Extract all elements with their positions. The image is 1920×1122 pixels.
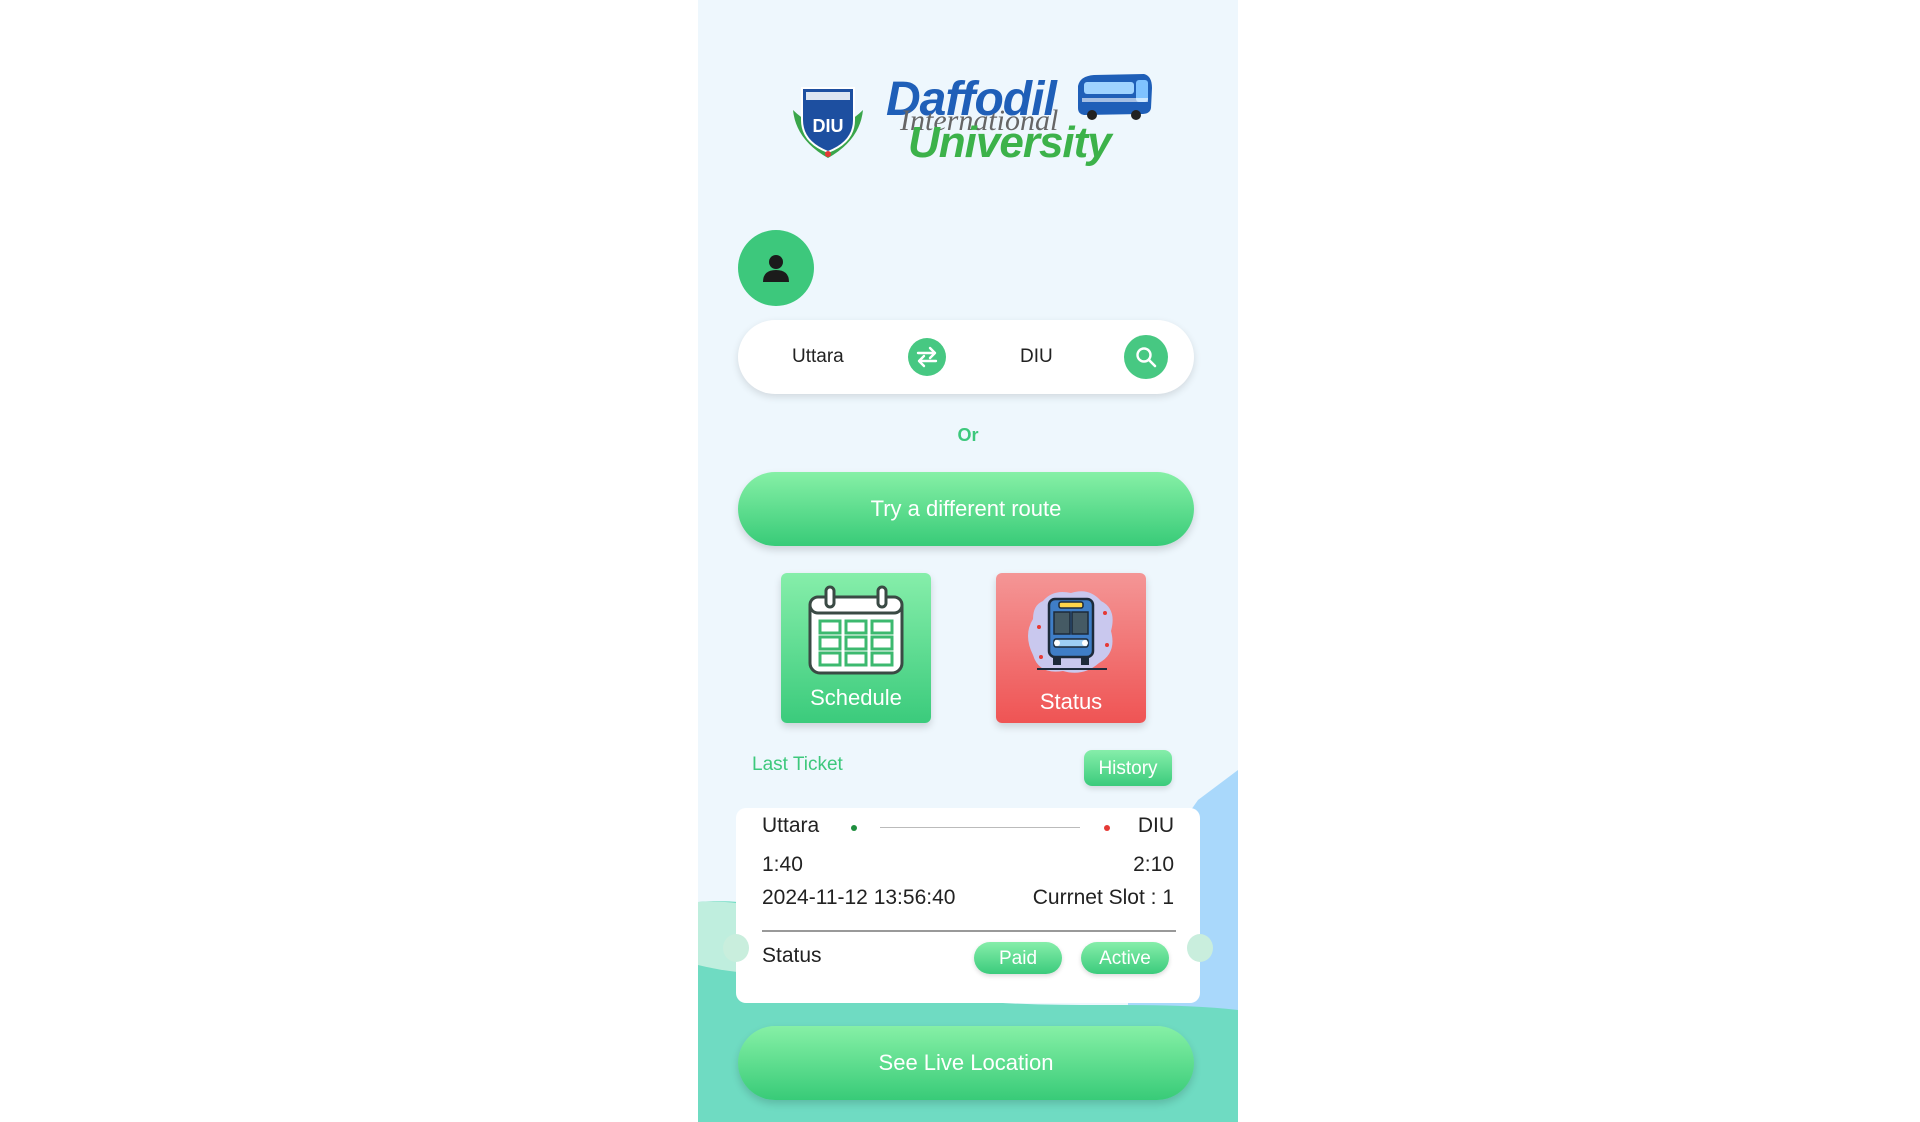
person-icon — [763, 255, 789, 282]
search-icon — [1136, 347, 1157, 368]
calendar-icon — [808, 585, 904, 675]
route-from-field[interactable]: Uttara — [792, 320, 844, 394]
or-divider-text: Or — [957, 425, 979, 445]
ticket-divider — [762, 930, 1176, 932]
search-button[interactable] — [1124, 335, 1168, 379]
route-search-bar: Uttara DIU — [738, 320, 1194, 394]
last-ticket-card[interactable]: Uttara DIU 1:40 2:10 2024-11-12 13:56:40… — [723, 808, 1213, 1003]
ticket-to: DIU — [1137, 814, 1174, 837]
diu-crest-icon: DIU — [793, 87, 863, 158]
schedule-label: Schedule — [810, 685, 902, 710]
bus-icon — [1028, 591, 1113, 673]
schedule-tile[interactable]: Schedule — [781, 573, 931, 723]
logo-university-text: University — [908, 118, 1112, 167]
swap-icon — [916, 346, 938, 368]
history-button[interactable]: History — [1084, 750, 1172, 786]
route-to-field[interactable]: DIU — [1020, 320, 1053, 394]
profile-avatar-button[interactable] — [738, 230, 814, 306]
ticket-from: Uttara — [762, 814, 820, 837]
origin-dot — [851, 825, 857, 831]
depart-time: 1:40 — [762, 853, 803, 876]
app-screen: DIU Daffodil International University Ut… — [698, 0, 1238, 1122]
university-logo: DIU Daffodil International University — [788, 70, 1158, 170]
active-badge: Active — [1081, 942, 1169, 974]
ticket-status-label: Status — [762, 944, 822, 967]
status-tile[interactable]: Status — [996, 573, 1146, 723]
current-slot: Currnet Slot : 1 — [1032, 886, 1174, 909]
see-live-location-button[interactable]: See Live Location — [738, 1026, 1194, 1100]
logo-bus-icon — [1078, 74, 1152, 120]
status-label: Status — [1039, 689, 1103, 714]
last-ticket-heading: Last Ticket — [752, 754, 843, 775]
try-different-route-button[interactable]: Try a different route — [738, 472, 1194, 546]
ticket-notch-left — [723, 934, 749, 962]
route-line — [880, 827, 1080, 828]
svg-text:DIU: DIU — [813, 116, 844, 136]
ticket-notch-right — [1187, 934, 1213, 962]
arrive-time: 2:10 — [1133, 853, 1174, 876]
paid-badge: Paid — [974, 942, 1062, 974]
ticket-datetime: 2024-11-12 13:56:40 — [762, 886, 956, 909]
destination-dot — [1104, 825, 1110, 831]
swap-route-button[interactable] — [908, 338, 946, 376]
